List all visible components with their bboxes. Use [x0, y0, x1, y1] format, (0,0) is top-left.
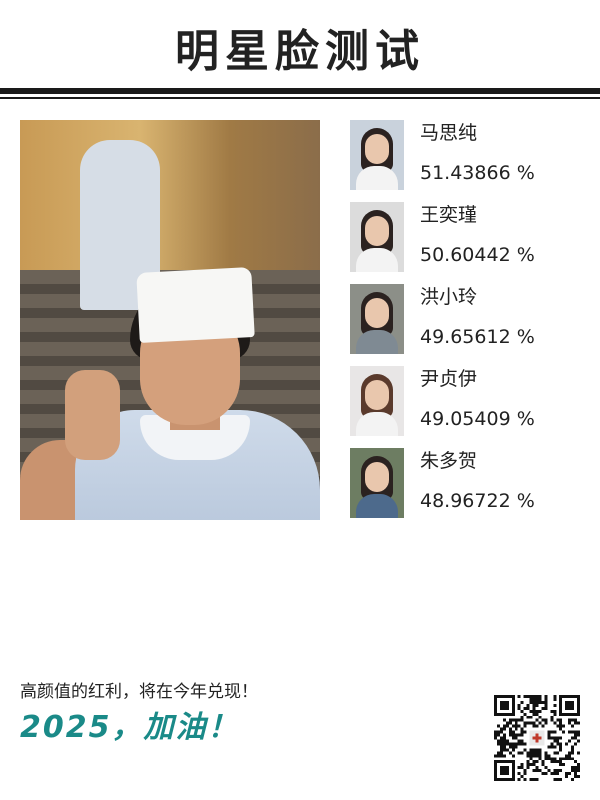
celebrity-name: 王奕瑾 — [420, 204, 478, 226]
celebrity-thumbnail — [350, 202, 404, 272]
similarity-score: 48.96722 % — [420, 490, 535, 512]
result-item: 洪小玲 49.65612 % — [350, 284, 590, 356]
photo-hand — [65, 370, 120, 460]
celebrity-thumbnail — [350, 366, 404, 436]
similarity-score: 49.05409 % — [420, 408, 535, 430]
celebrity-thumbnail — [350, 284, 404, 354]
similarity-score: 49.65612 % — [420, 326, 535, 348]
similarity-score: 51.43866 % — [420, 162, 535, 184]
photo-nurse-cap — [136, 267, 255, 343]
celebrity-thumbnail — [350, 448, 404, 518]
result-item: 朱多贺 48.96722 % — [350, 448, 590, 520]
celebrity-name: 尹贞伊 — [420, 368, 478, 390]
celebrity-name: 朱多贺 — [420, 450, 478, 472]
similarity-score: 50.60442 % — [420, 244, 535, 266]
photo-background — [20, 120, 320, 270]
result-item: 尹贞伊 49.05409 % — [350, 366, 590, 438]
user-photo — [20, 120, 320, 520]
result-item: 马思纯 51.43866 % — [350, 120, 590, 192]
celebrity-thumbnail — [350, 120, 404, 190]
page-title: 明星脸测试 — [175, 26, 425, 77]
header-divider-thick — [0, 88, 600, 94]
celebrity-name: 洪小玲 — [420, 286, 478, 308]
header-divider-thin — [0, 97, 600, 99]
qr-code-icon[interactable] — [494, 695, 580, 781]
slogan-highlight: 2025，加油！ — [20, 710, 240, 745]
celebrity-name: 马思纯 — [420, 122, 478, 144]
result-item: 王奕瑾 50.60442 % — [350, 202, 590, 274]
slogan-line: 高颜值的红利，将在今年兑现！ — [20, 682, 258, 702]
